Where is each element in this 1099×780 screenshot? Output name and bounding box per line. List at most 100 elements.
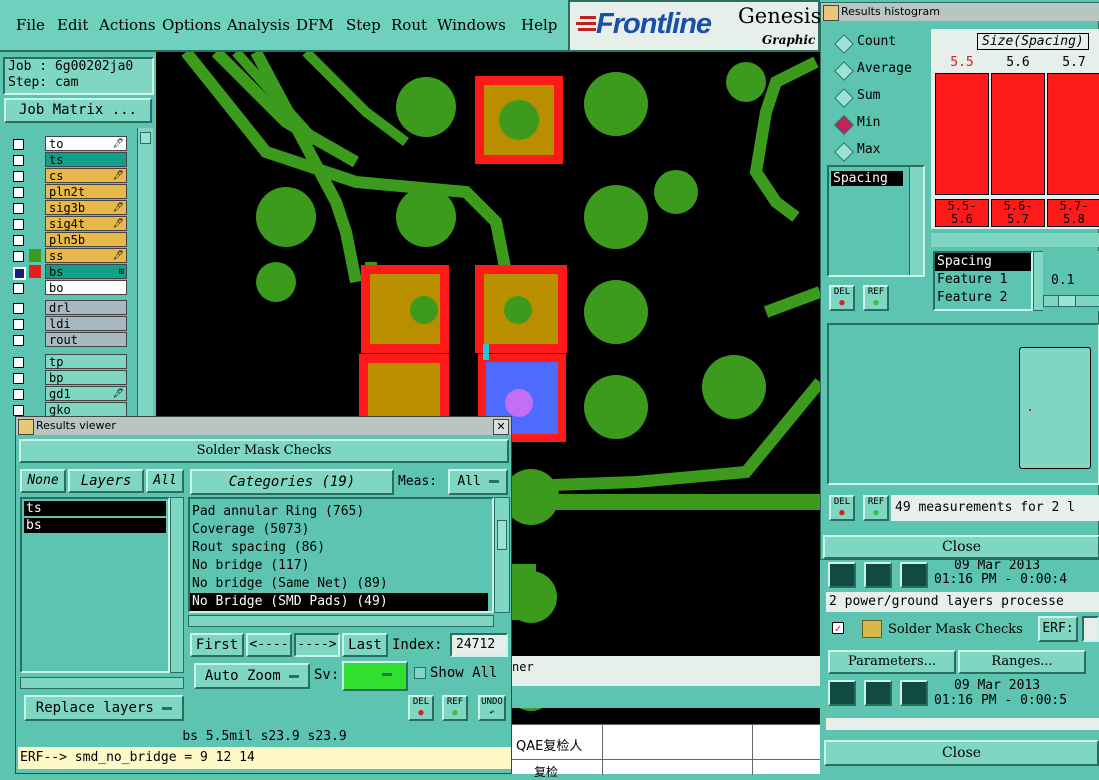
- histogram-list-item[interactable]: Spacing: [831, 171, 903, 186]
- menu-step[interactable]: Step: [346, 16, 381, 34]
- feature-list[interactable]: Spacing Feature 1 Feature 2: [933, 251, 1033, 311]
- layer-name[interactable]: bs ⊞: [45, 264, 127, 279]
- layer-color-swatch[interactable]: [29, 233, 41, 246]
- layer-checkbox[interactable]: [13, 251, 24, 262]
- layer-name[interactable]: to 🖊: [45, 136, 127, 151]
- histogram-close-button[interactable]: Close: [823, 535, 1099, 559]
- feature-list-item[interactable]: Feature 2: [935, 289, 1031, 307]
- job-matrix-button[interactable]: Job Matrix ...: [4, 98, 152, 123]
- layer-checkbox[interactable]: [13, 389, 24, 400]
- ranges-button[interactable]: Ranges...: [958, 650, 1086, 674]
- viewer-layers-list[interactable]: ts bs: [20, 497, 170, 673]
- layers-vscroll[interactable]: [170, 497, 184, 673]
- menu-analysis[interactable]: Analysis: [227, 16, 290, 34]
- last-button[interactable]: Last: [342, 633, 388, 657]
- category-item[interactable]: No bridge (Same Net) (89): [190, 575, 488, 593]
- layer-color-swatch[interactable]: [29, 169, 41, 182]
- menu-windows[interactable]: Windows: [437, 16, 506, 34]
- option-min[interactable]: Min: [825, 114, 925, 135]
- layer-name[interactable]: ss 🖊: [45, 248, 127, 263]
- histogram-ref-button[interactable]: REF ●: [863, 285, 889, 311]
- option-average[interactable]: Average: [825, 60, 925, 81]
- layer-name[interactable]: ldi: [45, 316, 127, 331]
- option-max[interactable]: Max: [825, 141, 925, 162]
- layer-checkbox[interactable]: [13, 357, 24, 368]
- layer-color-swatch[interactable]: [29, 201, 41, 214]
- histogram-list[interactable]: Spacing: [827, 165, 925, 277]
- layer-name[interactable]: rout: [45, 332, 127, 347]
- run-icon-2[interactable]: [864, 562, 892, 588]
- run-icon-3[interactable]: [828, 680, 856, 706]
- categories-button[interactable]: Categories (19): [190, 469, 394, 495]
- layer-row-bs[interactable]: bs ⊞: [9, 264, 127, 280]
- layers-button[interactable]: Layers: [68, 469, 144, 493]
- viewer-undo-button[interactable]: UNDO ↶: [478, 695, 506, 721]
- run-icon-4[interactable]: [864, 680, 892, 706]
- layer-name[interactable]: bo: [45, 280, 127, 295]
- layer-checkbox[interactable]: [13, 203, 24, 214]
- layer-row-ts[interactable]: ts: [9, 152, 127, 167]
- histogram-del-button[interactable]: DEL ●: [829, 285, 855, 311]
- layer-checkbox[interactable]: [13, 283, 24, 294]
- layer-row-cs[interactable]: cs 🖊: [9, 168, 127, 183]
- layer-name[interactable]: pln5b: [45, 232, 127, 247]
- stop-icon-2[interactable]: [900, 680, 928, 706]
- radio-icon[interactable]: [834, 115, 854, 135]
- layer-name[interactable]: sig3b 🖊: [45, 200, 127, 215]
- layer-checkbox[interactable]: [13, 303, 24, 314]
- layer-color-swatch[interactable]: [29, 387, 41, 400]
- layer-name[interactable]: bp: [45, 370, 127, 385]
- menu-dfm[interactable]: DFM: [296, 16, 334, 34]
- layer-color-swatch[interactable]: [29, 217, 41, 230]
- preview-ref-button[interactable]: REF ●: [863, 495, 889, 521]
- layer-checkbox[interactable]: [13, 171, 24, 182]
- layers-hscroll[interactable]: [20, 677, 184, 689]
- layer-color-swatch[interactable]: [29, 249, 41, 262]
- viewer-layer-item[interactable]: ts: [24, 501, 166, 516]
- radio-icon[interactable]: [834, 88, 854, 108]
- layer-name[interactable]: gd1 🖊: [45, 386, 127, 401]
- index-input[interactable]: 24712: [450, 633, 508, 657]
- layer-color-swatch[interactable]: [29, 317, 41, 330]
- meas-select[interactable]: All: [448, 469, 508, 495]
- layer-name[interactable]: cs 🖊: [45, 168, 127, 183]
- layer-name[interactable]: pln2t: [45, 184, 127, 199]
- feature-list-item[interactable]: Spacing: [935, 253, 1031, 271]
- sv-color-select[interactable]: [342, 661, 408, 691]
- radio-icon[interactable]: [834, 61, 854, 81]
- layer-row-pln5b[interactable]: pln5b: [9, 232, 127, 247]
- menu-actions[interactable]: Actions: [99, 16, 155, 34]
- layer-checkbox[interactable]: [13, 267, 26, 280]
- layer-color-swatch[interactable]: [29, 371, 41, 384]
- categories-hscroll[interactable]: [188, 615, 494, 627]
- viewer-ref-button[interactable]: REF ●: [442, 695, 468, 721]
- erf-field[interactable]: [1082, 616, 1099, 642]
- layer-row-gko[interactable]: gko: [9, 402, 127, 417]
- auto-zoom-select[interactable]: Auto Zoom: [194, 663, 310, 689]
- layer-name[interactable]: sig4t 🖊: [45, 216, 127, 231]
- category-item[interactable]: Pad annular Ring (765): [190, 503, 488, 521]
- layer-color-swatch[interactable]: [29, 301, 41, 314]
- layer-checkbox[interactable]: [13, 335, 24, 346]
- layer-color-swatch[interactable]: [29, 355, 41, 368]
- parameters-button[interactable]: Parameters...: [828, 650, 956, 674]
- option-sum[interactable]: Sum: [825, 87, 925, 108]
- layer-name[interactable]: tp: [45, 354, 127, 369]
- stop-icon-1[interactable]: [900, 562, 928, 588]
- radio-icon[interactable]: [834, 142, 854, 162]
- layer-row-pln2t[interactable]: pln2t: [9, 184, 127, 199]
- histogram-list-scrollbar[interactable]: [909, 167, 923, 275]
- layer-name[interactable]: drl: [45, 300, 127, 315]
- run-icon-1[interactable]: [828, 562, 856, 588]
- layer-row-drl[interactable]: drl: [9, 300, 127, 315]
- next-button[interactable]: ---->: [294, 633, 340, 657]
- category-item[interactable]: No Bridge (SMD Pads) (49): [190, 593, 488, 611]
- step-slider[interactable]: [1043, 295, 1099, 307]
- layer-checkbox[interactable]: [13, 405, 24, 416]
- layer-color-swatch[interactable]: [29, 265, 41, 278]
- layer-row-bo[interactable]: bo: [9, 280, 127, 295]
- layer-name[interactable]: ts: [45, 152, 127, 167]
- layer-row-rout[interactable]: rout: [9, 332, 127, 347]
- radio-icon[interactable]: [834, 34, 854, 54]
- layer-color-swatch[interactable]: [29, 153, 41, 166]
